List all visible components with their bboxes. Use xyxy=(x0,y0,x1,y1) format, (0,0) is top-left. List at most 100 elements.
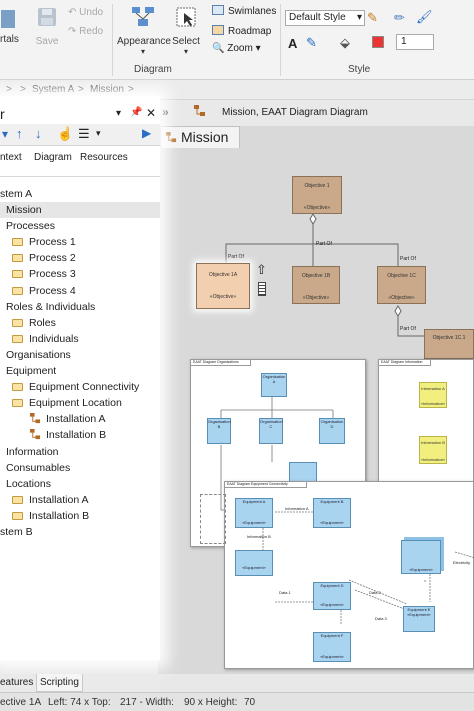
tab-resources-label: Resources xyxy=(80,152,128,163)
tree-item[interactable]: Mission xyxy=(0,202,160,219)
info-box-b[interactable]: Information B «Information» xyxy=(419,436,447,464)
new-package-icon[interactable]: ▾ xyxy=(2,127,8,141)
diagram-icon xyxy=(194,105,206,117)
appearance-label: Appearance xyxy=(117,36,171,47)
fill-color-icon[interactable]: ⬙ xyxy=(340,35,350,51)
equipment-c[interactable]: «Equipment» xyxy=(235,550,273,576)
undo-button[interactable]: ↶ Undo xyxy=(68,7,103,18)
breadcrumb-item-mission[interactable]: Mission xyxy=(90,84,124,95)
tree-item[interactable]: Roles & Individuals xyxy=(0,299,160,315)
text-color-icon[interactable]: ✎ xyxy=(306,35,317,51)
breadcrumb-item-system-a[interactable]: System A xyxy=(32,84,74,95)
folder-icon xyxy=(12,270,23,279)
tree-item-label: Roles & Individuals xyxy=(6,300,96,313)
tree-item[interactable]: Installation A xyxy=(0,492,160,508)
tree-item[interactable]: Process 2 xyxy=(0,250,160,266)
tree-item[interactable]: Information xyxy=(0,444,160,460)
objective-1b-stereotype: «Objective» xyxy=(302,295,330,301)
equipment-f-stereotype: «Equipment» xyxy=(320,654,344,659)
folder-icon xyxy=(12,238,23,247)
chevron-down-icon[interactable]: ▾ xyxy=(96,128,101,139)
line-width-spinner[interactable]: 1 xyxy=(396,34,434,50)
portals-button[interactable]: rtals xyxy=(0,6,19,45)
arrow-down-icon[interactable]: ↓ xyxy=(35,126,42,141)
equipment-d[interactable]: Equipment D «Equipment» xyxy=(313,582,351,610)
tab-resources[interactable]: Resources xyxy=(80,152,128,163)
style-select[interactable]: Default Style ▾ xyxy=(285,10,365,26)
tree-item[interactable]: Equipment Connectivity xyxy=(0,379,160,395)
org-box-b[interactable]: Organisation B xyxy=(207,418,231,444)
dashed-link xyxy=(200,494,226,544)
swimlanes-button[interactable]: Swimlanes xyxy=(212,5,276,17)
arrow-up-icon[interactable]: ↑ xyxy=(16,126,23,141)
save-button[interactable]: Save xyxy=(34,6,60,47)
tab-scripting[interactable]: Scripting xyxy=(36,674,83,692)
appearance-button[interactable]: Appearance ▾ xyxy=(117,6,171,56)
quick-link-arrow-icon[interactable]: ⇧ xyxy=(256,262,267,278)
tree-item[interactable]: Process 1 xyxy=(0,234,160,250)
objective-1c1[interactable]: Objective 1C.1 xyxy=(424,329,474,359)
tree-item[interactable]: Installation B xyxy=(0,427,160,443)
tree-item[interactable]: Organisations xyxy=(0,347,160,363)
tree-item[interactable]: Process 4 xyxy=(0,283,160,299)
objective-1[interactable]: Objective 1 «Objective» xyxy=(292,176,342,214)
tree-item-label: Process 4 xyxy=(29,284,76,297)
pen-icon[interactable]: ✏ xyxy=(394,10,405,26)
toolbox-icon[interactable] xyxy=(258,282,266,296)
pushpin-icon[interactable]: 📌 xyxy=(130,107,142,118)
pin-icon[interactable]: ▾ xyxy=(116,108,121,119)
objective-1c[interactable]: Objective 1C «Objective» xyxy=(377,266,426,304)
info-diagram-card[interactable]: EAAT Diagram Information Information A «… xyxy=(378,359,474,489)
tree-item[interactable]: stem A xyxy=(0,186,160,202)
info-box-a[interactable]: Information A «Information» xyxy=(419,382,447,408)
tab-context-label: ntext xyxy=(0,152,22,163)
org-box-top[interactable]: Organisation A xyxy=(261,373,287,397)
tree-item[interactable]: Consumables xyxy=(0,460,160,476)
font-color-icon[interactable]: A xyxy=(288,36,297,51)
redo-button[interactable]: ↷ Redo xyxy=(68,26,103,37)
objective-1a[interactable]: Objective 1A «Objective» xyxy=(196,263,250,309)
equipment-d-name: Equipment D xyxy=(320,583,344,588)
objective-1c1-name: Objective 1C.1 xyxy=(432,335,466,341)
tree-item[interactable]: Process 3 xyxy=(0,266,160,282)
equipment-diagram-card[interactable]: EAAT Diagram Equipment Connectivity Info… xyxy=(224,481,474,669)
equipment-a[interactable]: Equipment A «Equipment» xyxy=(235,498,273,528)
tree-item[interactable]: Equipment xyxy=(0,363,160,379)
tab-diagram[interactable]: Diagram xyxy=(34,152,72,163)
tree-item[interactable]: Individuals xyxy=(0,331,160,347)
brush-icon[interactable]: 🖌 xyxy=(416,9,433,25)
select-button[interactable]: Select ▾ xyxy=(171,6,201,56)
equipment-device[interactable]: «Equipment» xyxy=(401,540,441,574)
tab-mission[interactable]: Mission xyxy=(160,126,240,148)
tree-item[interactable]: Equipment Location xyxy=(0,395,160,411)
info-diagram-title: EAAT Diagram Information xyxy=(379,360,431,366)
roadmap-button[interactable]: Roadmap xyxy=(212,25,271,37)
folder-icon xyxy=(12,495,23,504)
tree-item[interactable]: Processes xyxy=(0,218,160,234)
tree-item[interactable]: Installation A xyxy=(0,411,160,427)
equipment-b[interactable]: Equipment B «Equipment» xyxy=(313,498,351,528)
format-painter-icon[interactable]: ✎ xyxy=(367,10,378,26)
org-box-d[interactable]: Organisation D xyxy=(319,418,345,444)
equipment-e[interactable]: Equipment E «Equipment» xyxy=(403,606,435,632)
equipment-f[interactable]: Equipment F «Equipment» xyxy=(313,632,351,662)
line-color-icon[interactable] xyxy=(372,36,384,48)
double-chevron-icon[interactable]: » xyxy=(162,105,169,119)
tab-features[interactable]: eatures xyxy=(0,677,33,688)
redo-icon: ↷ xyxy=(68,26,77,37)
play-icon[interactable]: ▶ xyxy=(142,126,151,140)
zoom-button[interactable]: 🔍 Zoom ▾ xyxy=(212,43,261,54)
org-box-c[interactable]: Organisation C xyxy=(259,418,283,444)
close-icon[interactable]: ✕ xyxy=(146,106,156,120)
hand-icon[interactable]: ☝ xyxy=(57,126,73,142)
tree-item-label: Processes xyxy=(6,220,56,233)
objective-1b[interactable]: Objective 1B «Objective» xyxy=(292,266,340,304)
tab-context[interactable]: ntext xyxy=(0,152,22,163)
tree-item[interactable]: Roles xyxy=(0,315,160,331)
tree-item[interactable]: stem B xyxy=(0,524,160,540)
menu-icon[interactable]: ☰ xyxy=(78,126,90,142)
tree-item[interactable]: Locations xyxy=(0,476,160,492)
select-label: Select xyxy=(172,36,200,47)
save-icon xyxy=(38,8,56,26)
tree-item[interactable]: Installation B xyxy=(0,508,160,524)
